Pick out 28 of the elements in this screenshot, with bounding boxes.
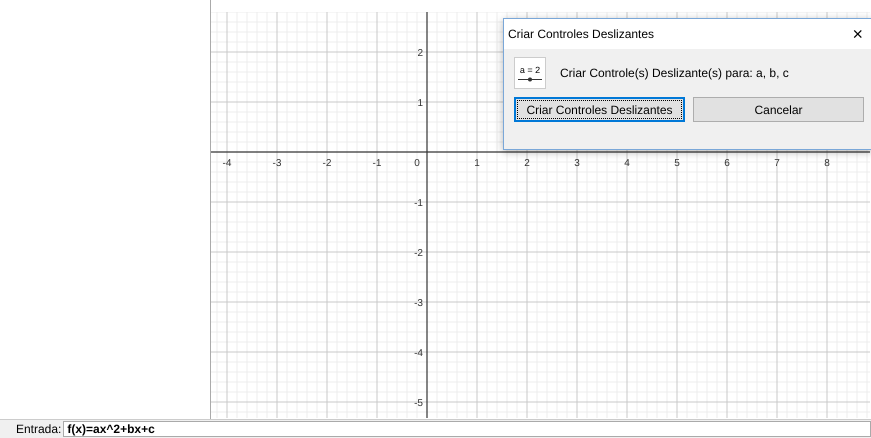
dialog-title: Criar Controles Deslizantes: [508, 27, 654, 41]
axis-label: -2: [414, 248, 423, 259]
axis-label: 6: [724, 158, 730, 169]
close-button[interactable]: ×: [844, 24, 871, 44]
axis-label: -3: [272, 158, 282, 169]
dialog-message: Criar Controle(s) Deslizante(s) para: a, b, c: [560, 66, 789, 80]
axis-label: -4: [414, 348, 423, 359]
input-field[interactable]: f(x)=ax^2+bx+c: [63, 421, 871, 438]
axis-label: 2: [524, 158, 530, 169]
axis-label: 8: [824, 158, 830, 169]
axis-label: 1: [417, 98, 423, 109]
axis-label: -4: [222, 158, 232, 169]
axis-label: -2: [322, 158, 332, 169]
dialog-button[interactable]: Criar Controles Deslizantes: [514, 97, 685, 122]
dialog-button[interactable]: Cancelar: [693, 97, 864, 122]
axis-label: 7: [774, 158, 780, 169]
axis-label: 4: [624, 158, 630, 169]
axis-label: -5: [414, 398, 423, 409]
slider-icon: a = 2: [514, 57, 546, 89]
axis-label: -1: [414, 198, 423, 209]
axis-label: 3: [574, 158, 580, 169]
axis-label: 1: [474, 158, 480, 169]
input-label: Entrada:: [16, 422, 62, 436]
axis-label: 5: [674, 158, 680, 169]
axis-label: 0: [414, 158, 420, 169]
axis-label: -3: [414, 298, 423, 309]
axis-label: -1: [372, 158, 382, 169]
axis-label: 2: [417, 48, 423, 59]
